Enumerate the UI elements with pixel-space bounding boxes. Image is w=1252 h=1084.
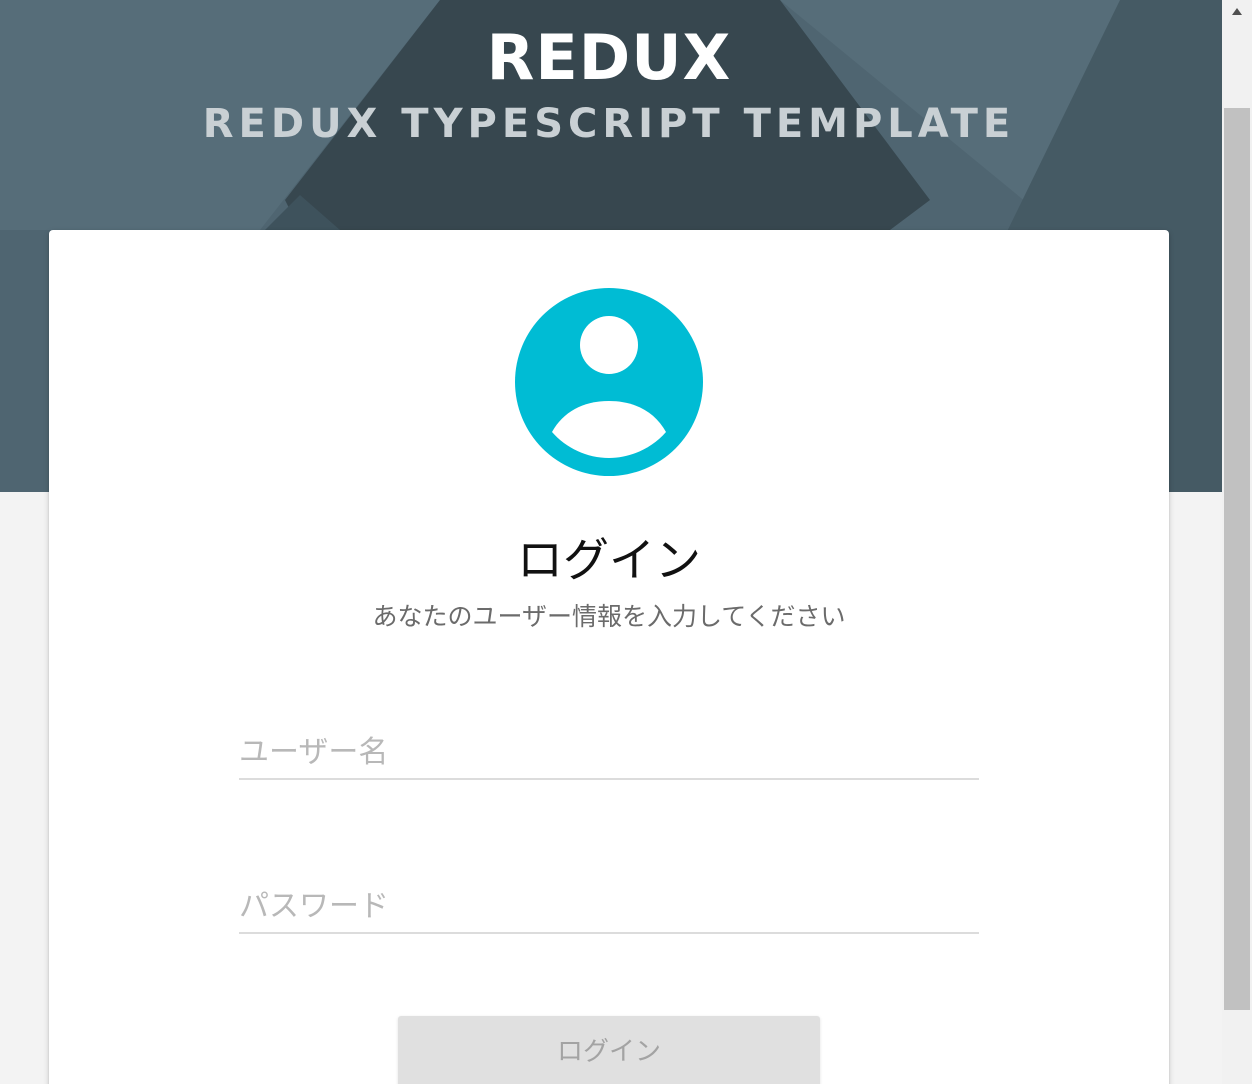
login-card: ログイン あなたのユーザー情報を入力してください ログイン bbox=[49, 230, 1169, 1084]
vertical-scrollbar[interactable] bbox=[1222, 0, 1252, 1084]
login-button[interactable]: ログイン bbox=[398, 1016, 820, 1084]
scrollbar-thumb[interactable] bbox=[1224, 108, 1250, 1010]
username-field bbox=[239, 726, 979, 780]
app-title: REDUX bbox=[486, 21, 732, 94]
password-field bbox=[239, 880, 979, 934]
app-subtitle: REDUX TYPESCRIPT TEMPLATE bbox=[202, 101, 1016, 147]
scroll-up-arrow-icon[interactable] bbox=[1222, 0, 1252, 24]
page-viewport: REDUX REDUX TYPESCRIPT TEMPLATE ログイン あなた… bbox=[0, 0, 1222, 1084]
login-instructions: あなたのユーザー情報を入力してください bbox=[372, 602, 846, 631]
account-circle-icon bbox=[515, 288, 703, 476]
password-input[interactable] bbox=[239, 880, 979, 932]
login-heading: ログイン bbox=[517, 533, 701, 587]
username-input[interactable] bbox=[239, 726, 979, 778]
